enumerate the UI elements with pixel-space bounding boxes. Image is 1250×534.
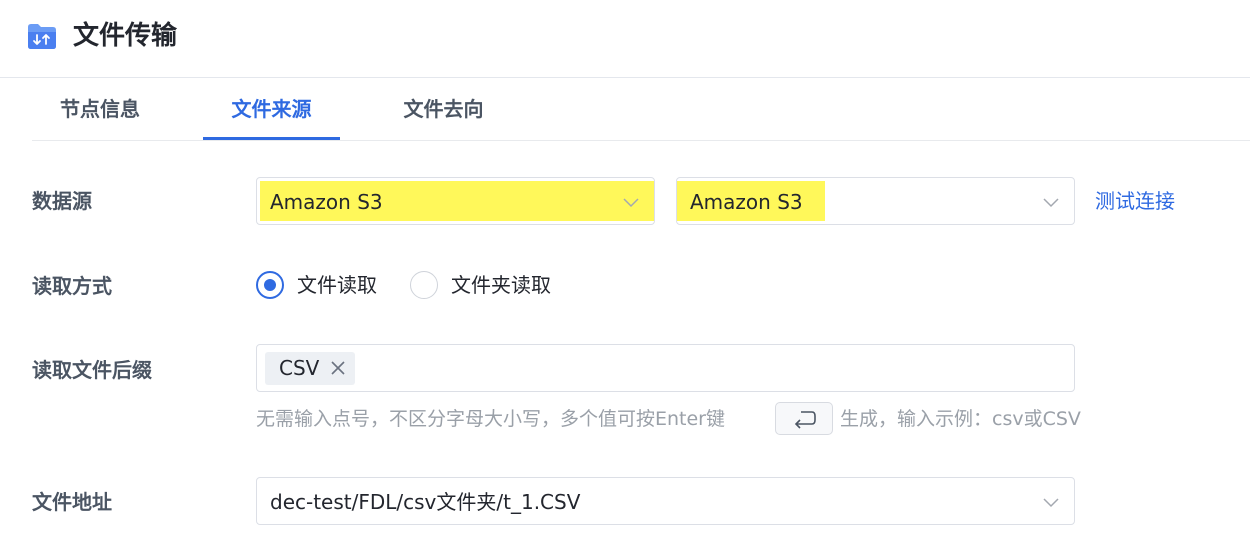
chevron-down-icon <box>1043 198 1059 208</box>
page-title: 文件传输 <box>73 21 178 51</box>
active-tab-indicator <box>203 137 340 140</box>
suffix-tag-text: CSV <box>279 356 320 380</box>
suffix-hint-example: 生成，输入示例：csv或CSV <box>840 408 1081 430</box>
chevron-down-icon <box>623 198 639 208</box>
enter-key-badge <box>775 402 833 435</box>
datasource-type-select[interactable]: Amazon S3 <box>256 177 655 225</box>
suffix-hint-text: 无需输入点号，不区分字母大小写，多个值可按Enter键 <box>256 408 725 430</box>
datasource-label: 数据源 <box>32 189 92 213</box>
tab-file-destination[interactable]: 文件去向 <box>375 78 512 141</box>
datasource-connection-select[interactable]: Amazon S3 <box>676 177 1075 225</box>
suffix-label: 读取文件后缀 <box>32 358 152 382</box>
datasource-connection-value: Amazon S3 <box>690 190 803 214</box>
datasource-type-value: Amazon S3 <box>270 190 383 214</box>
file-path-label: 文件地址 <box>32 490 112 514</box>
suffix-tag-input[interactable]: CSV <box>256 344 1075 392</box>
close-icon[interactable] <box>329 359 347 377</box>
more-options-icon[interactable]: ··· <box>896 0 921 8</box>
tab-bar: 节点信息 文件来源 文件去向 <box>32 78 1250 141</box>
file-path-select[interactable]: dec-test/FDL/csv文件夹/t_1.CSV <box>256 477 1075 525</box>
tab-file-source[interactable]: 文件来源 <box>203 78 340 141</box>
test-connection-link[interactable]: 测试连接 <box>1095 187 1175 215</box>
radio-folder-read-label[interactable]: 文件夹读取 <box>451 271 551 299</box>
file-path-value: dec-test/FDL/csv文件夹/t_1.CSV <box>270 490 581 514</box>
radio-file-read[interactable] <box>256 271 284 299</box>
tab-node-info[interactable]: 节点信息 <box>32 78 168 141</box>
chevron-down-icon <box>1043 498 1059 508</box>
radio-file-read-label[interactable]: 文件读取 <box>297 271 377 299</box>
page-header: 文件传输 ··· <box>0 0 1250 78</box>
folder-transfer-icon <box>28 24 56 49</box>
enter-key-icon <box>794 411 816 429</box>
suffix-tag: CSV <box>265 352 355 385</box>
radio-folder-read[interactable] <box>410 271 438 299</box>
read-mode-label: 读取方式 <box>32 274 112 298</box>
